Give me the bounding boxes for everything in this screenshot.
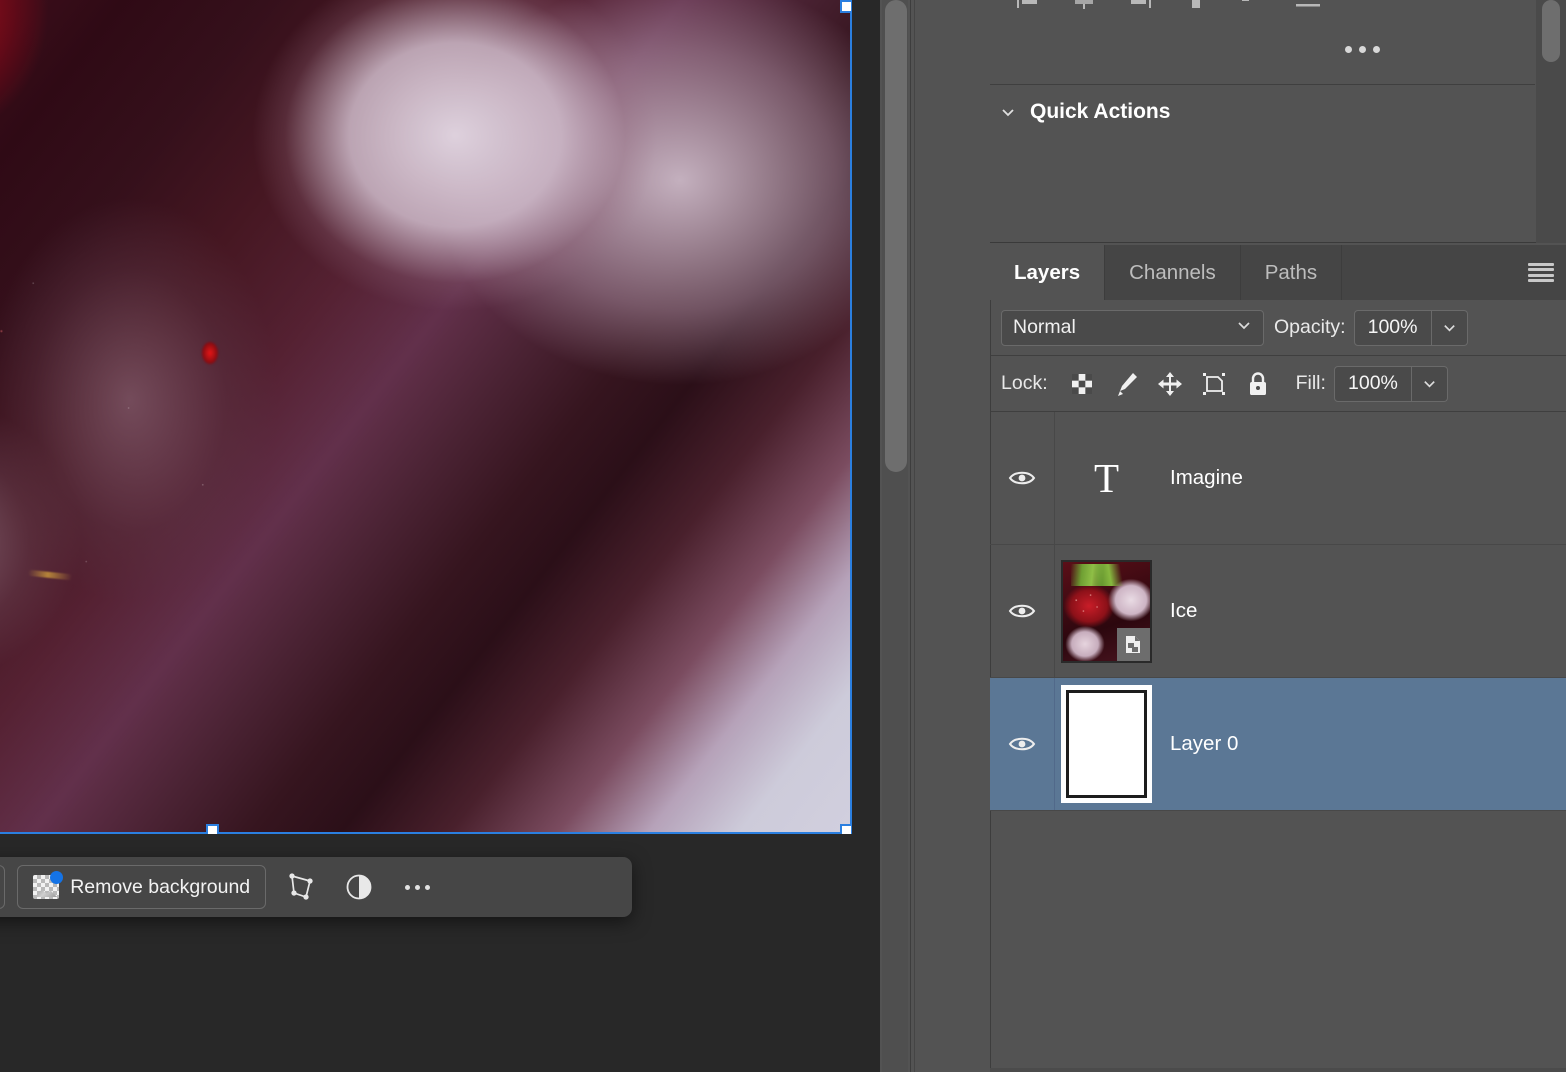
select-subject-button[interactable]: bject [0,865,6,909]
lock-all-icon[interactable] [1236,368,1280,400]
layer-list: T Imagine Ice Layer 0 [990,412,1566,1072]
photoshop-window: bject Remove background [0,0,1566,1072]
distort-transform-icon[interactable] [278,865,324,909]
image-thumbnail-icon [33,871,64,899]
remove-background-label: Remove background [70,875,251,898]
layer-visibility-toggle[interactable] [990,678,1055,810]
layers-panel-tabs: Layers Channels Paths [990,245,1566,300]
tab-layers[interactable]: Layers [990,245,1106,300]
panel-menu-hamburger-icon[interactable] [1528,262,1554,283]
tab-channels[interactable]: Channels [1105,245,1241,300]
properties-divider [990,84,1535,85]
quick-actions-header[interactable]: Quick Actions [1000,100,1170,124]
adjustment-half-circle-icon[interactable] [336,865,382,909]
tabs-filler [1342,245,1566,300]
layer-name[interactable]: Imagine [1158,466,1243,490]
lock-artboard-nesting-icon[interactable] [1192,368,1236,400]
quick-actions-title: Quick Actions [1030,100,1171,123]
red-highlight-fleck-2 [202,342,218,364]
layer-thumbnail[interactable] [1055,545,1158,677]
lock-row: Lock: Fill: 100% [990,356,1566,412]
document-scrollbar-thumb[interactable] [885,0,907,472]
layer-list-empty-area[interactable] [990,811,1566,1072]
opacity-stepper[interactable] [1431,309,1468,346]
table-row[interactable]: Ice [990,545,1566,678]
amber-streak [27,569,73,581]
fill-label: Fill: [1295,372,1326,394]
smart-object-badge [1117,627,1150,661]
tab-paths-label: Paths [1264,260,1318,284]
align-vertical-center-icon[interactable] [1224,0,1280,10]
properties-scrollbar[interactable] [1536,0,1566,243]
white-thumbnail [1061,685,1152,803]
fill-value: 100% [1348,372,1398,394]
table-row[interactable]: T Imagine [990,412,1566,545]
layer-thumbnail[interactable]: T [1055,412,1158,544]
align-bottom-icon[interactable] [1280,0,1336,10]
image-texture [0,0,852,834]
contextual-taskbar: bject Remove background [0,857,632,917]
blend-mode-select[interactable]: Normal [1001,309,1264,346]
layers-panel-bottom-edge [990,1068,1566,1072]
more-options-icon[interactable] [394,865,440,909]
document-area: bject Remove background [0,0,880,1072]
tab-channels-label: Channels [1129,260,1216,284]
more-align-options[interactable] [1345,46,1380,53]
align-left-icon[interactable] [1000,0,1056,10]
opacity-input[interactable]: 100% [1353,309,1432,346]
alignment-toolbar [1000,0,1520,10]
opacity-label: Opacity: [1274,316,1346,338]
canvas[interactable] [0,0,852,834]
align-top-icon[interactable] [1168,0,1224,10]
chevron-down-icon [1000,104,1016,120]
lock-label: Lock: [1001,372,1048,394]
tab-layers-label: Layers [1014,260,1081,284]
align-right-icon[interactable] [1112,0,1168,10]
tab-paths[interactable]: Paths [1241,245,1343,300]
remove-background-button[interactable]: Remove background [17,865,267,909]
align-horizontal-center-icon[interactable] [1056,0,1112,10]
canvas-image [0,0,852,834]
lock-transparent-pixels-icon[interactable] [1060,368,1104,400]
blend-mode-value: Normal [1013,316,1076,338]
opacity-value: 100% [1367,316,1418,338]
blend-mode-row: Normal Opacity: 100% [990,300,1566,356]
layer-visibility-toggle[interactable] [990,545,1055,677]
fill-stepper[interactable] [1411,365,1448,402]
blue-dot-badge [50,871,64,884]
table-row[interactable]: Layer 0 [990,678,1566,811]
lock-image-pixels-icon[interactable] [1104,368,1148,400]
properties-bottom-divider [990,242,1566,243]
document-scrollbar-column [880,0,990,1072]
fill-input[interactable]: 100% [1333,365,1412,402]
layers-panel: Layers Channels Paths Normal Opacity: 10… [990,245,1566,1072]
layer-thumbnail[interactable] [1055,678,1158,810]
right-panel-column: Quick Actions Layers Channels Paths Norm… [990,0,1566,1072]
document-scrollbar-track[interactable] [882,0,908,1072]
panel-divider-1 [910,0,911,1072]
layer-name[interactable]: Ice [1158,599,1197,623]
layer-visibility-toggle[interactable] [990,412,1055,544]
photo-thumbnail [1061,559,1152,663]
lock-position-icon[interactable] [1148,368,1192,400]
layer-name[interactable]: Layer 0 [1158,732,1238,756]
panel-divider-2 [914,0,915,1072]
type-T-glyph: T [1093,454,1120,501]
properties-scrollbar-thumb[interactable] [1542,0,1560,62]
chevron-down-icon [1236,316,1252,339]
properties-panel: Quick Actions [990,0,1566,243]
